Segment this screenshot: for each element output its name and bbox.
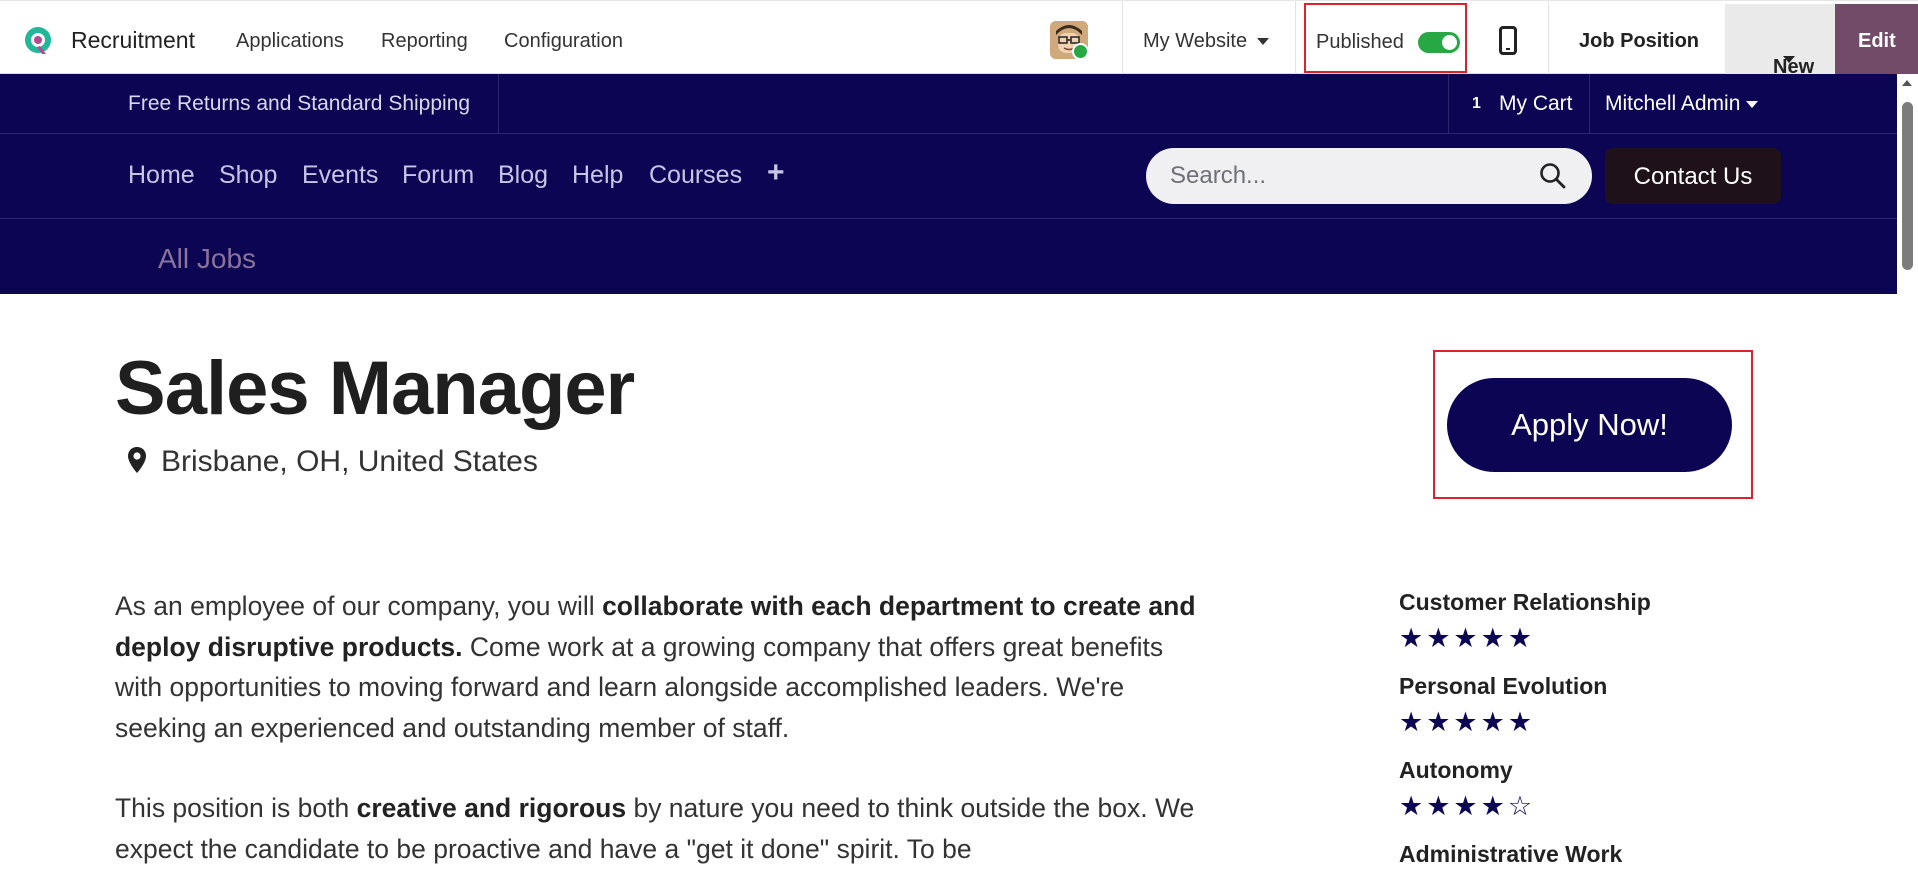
rating-autonomy: Autonomy ★★★★☆ <box>1399 757 1535 820</box>
rating-customer-relationship: Customer Relationship ★★★★★ <box>1399 589 1651 652</box>
nav-blog[interactable]: Blog <box>498 161 548 190</box>
nav-events[interactable]: Events <box>302 161 378 190</box>
description-text: This position is both <box>115 793 357 823</box>
job-description-paragraph: This position is both creative and rigor… <box>115 788 1215 869</box>
nav-home[interactable]: Home <box>128 161 195 190</box>
odoo-topbar: Recruitment Applications Reporting Confi… <box>0 0 1918 78</box>
nav-forum[interactable]: Forum <box>402 161 474 190</box>
rating-name: Autonomy <box>1399 757 1513 783</box>
website-navbar: Home Shop Events Forum Blog Help Courses… <box>0 134 1897 219</box>
search-icon[interactable] <box>1538 161 1568 191</box>
divider <box>1122 1 1123 74</box>
all-jobs-link[interactable]: All Jobs <box>158 243 256 275</box>
my-cart-link[interactable]: My Cart <box>1499 92 1573 116</box>
apply-now-label: Apply Now! <box>1511 407 1668 442</box>
map-marker-icon <box>128 447 146 473</box>
scroll-up-arrow-icon[interactable] <box>1902 80 1912 86</box>
nav-courses[interactable]: Courses <box>649 161 742 190</box>
toggle-knob <box>1442 35 1457 50</box>
published-toggle[interactable] <box>1418 32 1460 53</box>
divider <box>1448 74 1449 133</box>
contact-us-label: Contact Us <box>1633 163 1753 190</box>
rating-administrative-work: Administrative Work <box>1399 841 1622 868</box>
rating-name: Personal Evolution <box>1399 673 1608 699</box>
description-bold-text: creative and rigorous <box>356 793 627 823</box>
caret-down-icon <box>1746 100 1759 108</box>
job-position-button[interactable]: Job Position <box>1579 30 1699 53</box>
contact-us-button[interactable]: Contact Us <box>1605 148 1781 204</box>
published-toggle-group[interactable]: Published <box>1304 3 1467 73</box>
rating-name: Administrative Work <box>1399 841 1623 867</box>
divider <box>1548 1 1549 74</box>
recruitment-app-icon[interactable] <box>22 25 54 57</box>
job-description-paragraph: As an employee of our company, you will … <box>115 586 1215 748</box>
page-scrollbar[interactable] <box>1897 74 1918 868</box>
app-name[interactable]: Recruitment <box>71 27 195 54</box>
star-rating-icon: ★★★★☆ <box>1399 791 1536 821</box>
caret-down-icon <box>1257 38 1270 46</box>
menu-reporting[interactable]: Reporting <box>381 30 468 53</box>
job-title: Sales Manager <box>115 346 635 431</box>
published-label: Published <box>1316 31 1404 53</box>
online-status-dot <box>1072 43 1088 59</box>
search-box[interactable] <box>1146 148 1592 204</box>
description-text: As an employee of our company, you will <box>115 591 603 621</box>
user-menu[interactable]: Mitchell Admin <box>1605 92 1759 116</box>
divider <box>498 74 499 133</box>
rating-personal-evolution: Personal Evolution ★★★★★ <box>1399 673 1607 736</box>
caret-down-icon <box>1783 56 1795 63</box>
apply-now-button[interactable]: Apply Now! <box>1447 378 1732 472</box>
website-selector-label: My Website <box>1143 30 1248 52</box>
promo-text: Free Returns and Standard Shipping <box>128 92 471 115</box>
rating-name: Customer Relationship <box>1399 589 1651 615</box>
promo-bar: Free Returns and Standard Shipping 1 My … <box>0 74 1897 134</box>
menu-applications[interactable]: Applications <box>236 30 344 53</box>
user-name: Mitchell Admin <box>1605 92 1741 115</box>
edit-label: Edit <box>1858 30 1896 52</box>
user-avatar[interactable] <box>1050 21 1088 59</box>
star-rating-icon: ★★★★★ <box>1399 623 1536 653</box>
divider <box>1589 74 1590 133</box>
add-menu-item-button[interactable]: + <box>767 156 785 190</box>
nav-help[interactable]: Help <box>572 161 623 190</box>
website-selector[interactable]: My Website <box>1143 30 1270 53</box>
mobile-preview-icon[interactable] <box>1499 26 1517 55</box>
job-location: Brisbane, OH, United States <box>161 445 538 478</box>
new-button[interactable]: New <box>1725 4 1835 78</box>
menu-configuration[interactable]: Configuration <box>504 30 623 53</box>
divider <box>1295 1 1296 74</box>
jobs-subnav: All Jobs <box>0 219 1897 294</box>
scrollbar-thumb[interactable] <box>1902 102 1913 270</box>
cart-count-badge: 1 <box>1472 95 1481 112</box>
nav-shop[interactable]: Shop <box>219 161 277 190</box>
star-rating-icon: ★★★★★ <box>1399 707 1536 737</box>
search-input[interactable] <box>1168 160 1532 192</box>
edit-button[interactable]: Edit <box>1835 4 1918 74</box>
